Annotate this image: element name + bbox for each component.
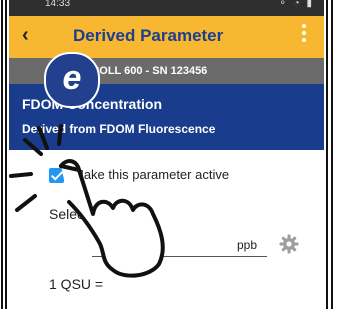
app-bar: ‹ Derived Parameter [9,16,324,58]
phone-screen: 14:33 ⚬ ◔ ▮ ‹ Derived Parameter qua TROL… [9,0,324,309]
tap-gesture-icon [9,124,165,278]
gear-icon[interactable] [279,234,299,254]
page-title: Derived Parameter [73,26,224,45]
unit-value: ppb [236,238,257,252]
status-bar: 14:33 ⚬ ◔ ▮ [9,0,324,16]
device-frame-right [326,0,338,309]
qsu-label: 1 QSU = [49,276,104,292]
device-frame-left [0,0,8,309]
more-options-icon[interactable] [302,24,306,45]
status-time: 14:33 [45,0,71,9]
back-arrow-icon[interactable]: ‹ [22,24,29,47]
brand-logo: e [44,52,100,108]
status-icons: ⚬ ◔ ▮ [278,0,314,9]
